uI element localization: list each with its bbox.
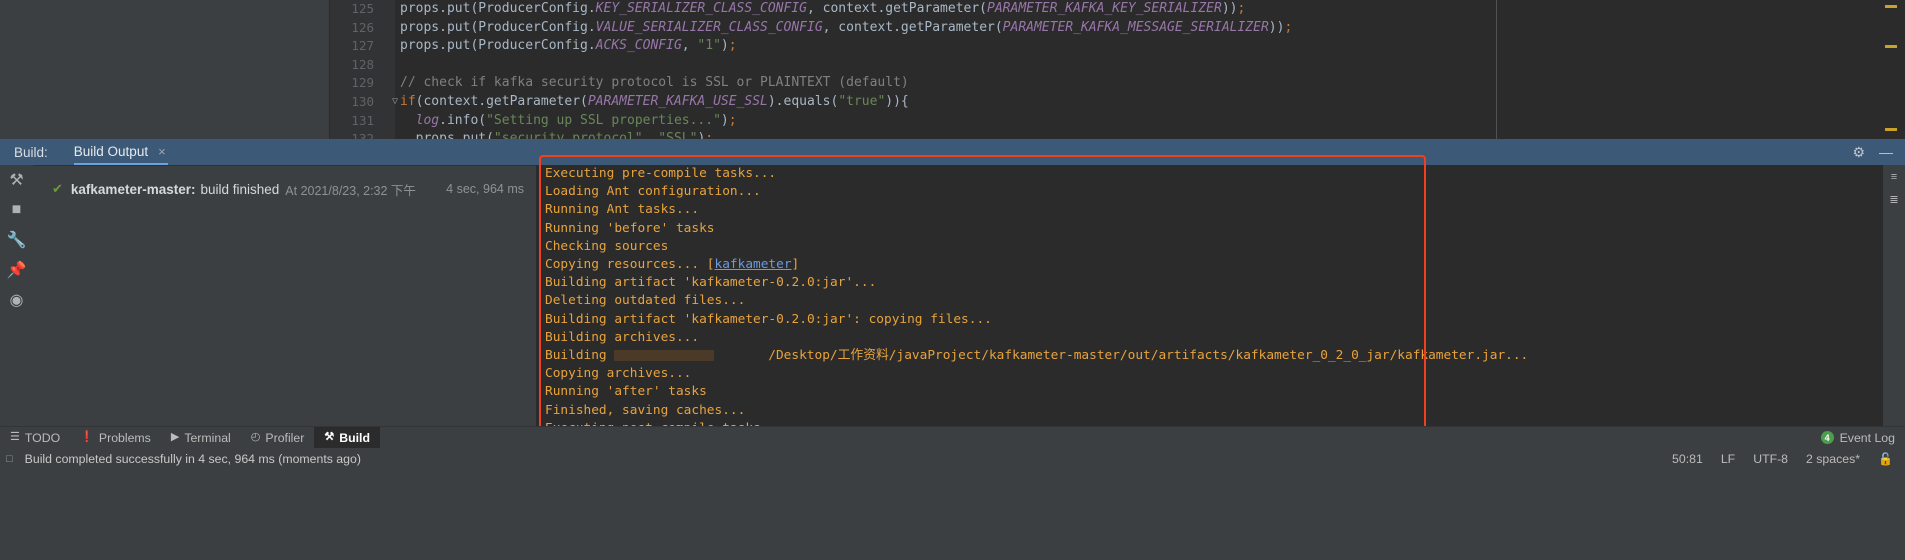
indent-setting[interactable]: 2 spaces* <box>1806 452 1860 466</box>
profiler-icon: ◴ <box>250 431 261 443</box>
log-line: Running 'after' tasks <box>545 384 707 400</box>
build-result-text: build finished <box>200 181 280 197</box>
tab-build-output[interactable]: Build Output × <box>73 139 168 165</box>
build-timestamp: At 2021/8/23, 2:32 下午 <box>285 183 416 198</box>
tab-label: Build <box>339 430 370 445</box>
collapse-filter-icon[interactable]: ≣ <box>1886 191 1902 207</box>
status-bar-right: 50:81 LF UTF-8 2 spaces* 🔓 <box>1672 452 1905 466</box>
log-line: Building artifact 'kafkameter-0.2.0:jar'… <box>545 311 992 327</box>
line-number: 129 <box>351 75 374 91</box>
event-log-area[interactable]: 4 Event Log <box>1820 431 1905 445</box>
marker-stripe-mid[interactable] <box>1885 45 1897 48</box>
problems-icon: ❗ <box>80 431 94 443</box>
line-number: 128 <box>351 56 374 72</box>
log-line: Building archives... <box>545 329 700 345</box>
editor-left-empty-pane <box>0 0 330 139</box>
log-line: Loading Ant configuration... <box>545 184 761 200</box>
tab-build-output-label: Build Output <box>73 143 149 159</box>
build-duration: 4 sec, 964 ms <box>446 182 524 196</box>
tab-label: Problems <box>98 430 151 445</box>
code-text: props.put("security.protocol", "SSL"); <box>400 131 714 139</box>
log-line: Running 'before' tasks <box>545 220 715 236</box>
log-line: Finished, saving caches... <box>545 402 746 418</box>
log-link[interactable]: kafkameter <box>715 257 792 272</box>
log-line: Checking sources <box>545 238 669 254</box>
build-label: Build: <box>14 144 48 160</box>
build-hammer-icon[interactable]: ⚒ <box>8 171 26 189</box>
log-line: Copying archives... <box>545 366 692 382</box>
line-number: 126 <box>351 19 374 35</box>
status-notification-icon[interactable]: □ <box>6 453 13 465</box>
code-text: // check if kafka security protocol is S… <box>400 75 909 91</box>
code-text: props.put(ProducerConfig.ACKS_CONFIG, "1… <box>400 38 737 54</box>
log-line: Running Ant tasks... <box>545 202 700 218</box>
todo-icon: ☰ <box>10 431 20 443</box>
line-number: 130 <box>351 93 374 109</box>
minimize-icon[interactable]: — <box>1879 145 1893 159</box>
log-line: Building /Desktop/工作资料/javaProject/kafka… <box>545 348 1529 364</box>
terminal-icon: ▶ <box>170 431 180 443</box>
build-icon: ⚒ <box>324 431 335 443</box>
log-line: Copying resources... [kafkameter] <box>545 257 800 273</box>
editor-right-blank <box>1497 0 1905 139</box>
marker-stripe-top[interactable] <box>1885 5 1897 8</box>
expand-all-icon[interactable]: ≡ <box>1886 169 1902 185</box>
status-bar: □ Build completed successfully in 4 sec,… <box>0 448 1905 470</box>
code-text: props.put(ProducerConfig.KEY_SERIALIZER_… <box>400 1 1246 16</box>
line-number: 127 <box>351 38 374 54</box>
success-check-icon: ✔ <box>52 181 63 196</box>
wrench-icon[interactable]: 🔧 <box>7 231 27 249</box>
bottom-tool-tabbar: ☰ TODO ❗ Problems ▶ Terminal ◴ Profiler ⚒ Build 4… <box>0 426 1905 449</box>
line-number: 131 <box>351 112 374 128</box>
pin-icon[interactable]: 📌 <box>7 261 27 279</box>
lock-icon[interactable]: 🔓 <box>1878 452 1893 466</box>
tab-problems[interactable]: ❗ Problems <box>70 427 161 449</box>
window-bottom-filler <box>0 470 1905 560</box>
marker-stripe-bottom[interactable] <box>1885 128 1897 131</box>
code-editor: 125 props.put(ProducerConfig.KEY_SERIALIZ… <box>0 0 1905 139</box>
build-left-toolbar: ⚒ ■ 🔧 📌 ◉ <box>0 165 33 425</box>
event-log-badge: 4 <box>1820 431 1834 444</box>
file-encoding[interactable]: UTF-8 <box>1753 452 1788 466</box>
caret-position[interactable]: 50:81 <box>1672 452 1703 466</box>
build-toolwindow-header: Build: Build Output × <box>0 139 1905 165</box>
tab-label: Profiler <box>265 430 305 445</box>
log-line: Deleting outdated files... <box>545 293 746 309</box>
eye-icon[interactable]: ◉ <box>8 291 26 309</box>
redacted-path-block <box>614 350 715 362</box>
line-number: 132 <box>351 131 374 139</box>
build-right-rail: ≡ ≣ <box>1883 165 1905 426</box>
build-tree-pane[interactable]: ✔ kafkameter-master: build finished At 2… <box>33 165 536 426</box>
build-module-name: kafkameter-master: <box>70 181 196 197</box>
log-line: Building artifact 'kafkameter-0.2.0:jar'… <box>545 275 877 291</box>
log-line: Executing pre-compile tasks... <box>545 166 777 181</box>
code-text: props.put(ProducerConfig.VALUE_SERIALIZE… <box>400 19 1293 35</box>
status-message: Build completed successfully in 4 sec, 9… <box>24 452 361 466</box>
build-header-actions: ⚙ — <box>1852 139 1905 165</box>
code-text: log.info("Setting up SSL properties...")… <box>415 112 737 128</box>
code-text: if(context.getParameter(PARAMETER_KAFKA_… <box>400 93 909 109</box>
stop-icon[interactable]: ■ <box>8 201 26 219</box>
line-separator[interactable]: LF <box>1721 452 1735 466</box>
tab-todo[interactable]: ☰ TODO <box>0 427 70 449</box>
tab-label: TODO <box>24 430 61 445</box>
tab-build[interactable]: ⚒ Build <box>314 426 380 449</box>
gear-icon[interactable]: ⚙ <box>1852 145 1865 159</box>
tab-label: Terminal <box>184 430 231 445</box>
ide-window: 125 props.put(ProducerConfig.KEY_SERIALIZ… <box>0 0 1905 560</box>
editor-code-pane[interactable]: 125 props.put(ProducerConfig.KEY_SERIALIZ… <box>330 0 1905 139</box>
line-number: 125 <box>351 1 374 16</box>
event-log-label[interactable]: Event Log <box>1840 431 1895 445</box>
close-icon[interactable]: × <box>158 144 166 159</box>
tab-terminal[interactable]: ▶ Terminal <box>161 427 241 449</box>
tab-profiler[interactable]: ◴ Profiler <box>241 427 315 449</box>
build-output-console[interactable]: Executing pre-compile tasks... Loading An… <box>536 165 1883 426</box>
